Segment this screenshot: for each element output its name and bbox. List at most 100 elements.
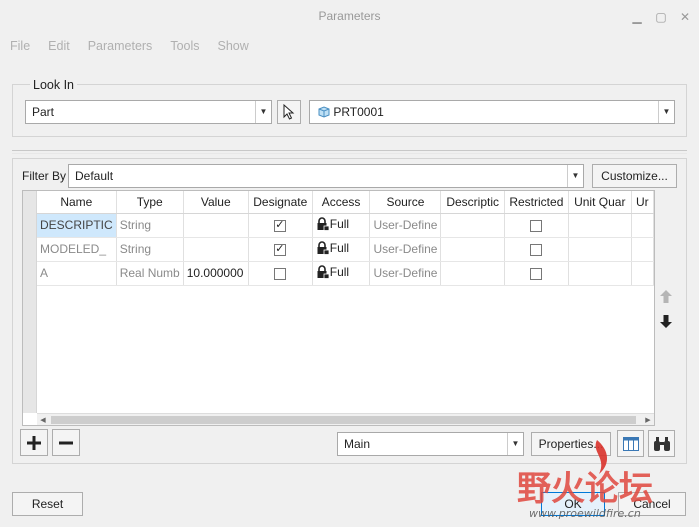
move-up-button[interactable] [659, 289, 673, 303]
column-header-description[interactable]: Descriptic [440, 191, 505, 214]
lock-icon [317, 264, 330, 279]
chevron-down-icon[interactable]: ▼ [567, 165, 583, 187]
horizontal-scrollbar[interactable]: ◀ ▶ [37, 413, 654, 425]
reset-button[interactable]: Reset [12, 492, 83, 516]
minus-icon [59, 441, 73, 444]
param-source-cell[interactable]: User-Define [369, 213, 442, 238]
designate-checkbox[interactable] [274, 242, 287, 256]
minimize-icon[interactable]: ▁ [631, 11, 643, 23]
filter-value: Default [75, 169, 114, 183]
param-value-cell[interactable]: 10.000000 [183, 261, 249, 286]
column-header-unit-quantity[interactable]: Unit Quar [568, 191, 632, 214]
param-type-cell[interactable]: Real Numb [116, 261, 184, 286]
close-icon[interactable]: ✕ [679, 11, 691, 23]
plus-icon [27, 435, 41, 450]
view-select[interactable]: Main ▼ [337, 432, 524, 456]
column-header-type[interactable]: Type [116, 191, 184, 214]
menu-tools[interactable]: Tools [170, 39, 199, 53]
param-description-cell[interactable] [440, 213, 505, 238]
part-cube-icon [318, 106, 330, 118]
scroll-right-icon[interactable]: ▶ [642, 414, 654, 425]
scroll-left-icon[interactable]: ◀ [37, 414, 49, 425]
select-model-button[interactable] [277, 100, 301, 124]
watermark-logo: 野火论坛 www.proewildfire.cn [515, 440, 695, 520]
look-in-model-select[interactable]: PRT0001 ▼ [309, 100, 675, 124]
remove-parameter-button[interactable] [52, 429, 80, 456]
parameters-grid: Name Type Value Designate Access Source … [37, 191, 654, 286]
column-header-unit[interactable]: Ur [631, 191, 654, 214]
param-name-cell[interactable]: A [37, 261, 117, 286]
menu-bar: File Edit Parameters Tools Show [0, 33, 699, 59]
menu-parameters[interactable]: Parameters [88, 39, 153, 53]
table-row[interactable]: A Real Numb 10.000000 Full User-Define [37, 261, 654, 286]
param-type-cell[interactable]: String [116, 237, 184, 262]
param-designate-cell [248, 213, 313, 238]
access-label: Full [329, 264, 350, 279]
filter-select[interactable]: Default ▼ [68, 164, 584, 188]
watermark-url-text: www.proewildfire.cn [529, 507, 641, 520]
param-type-cell[interactable]: String [116, 213, 184, 238]
look-in-model-value: PRT0001 [333, 105, 384, 119]
parameters-table: Name Type Value Designate Access Source … [22, 190, 655, 426]
lock-icon [317, 216, 330, 231]
pointer-arrow-icon [283, 104, 295, 120]
look-in-type-value: Part [32, 105, 55, 119]
title-bar: Parameters [0, 0, 699, 33]
restricted-checkbox[interactable] [530, 243, 543, 256]
param-name-cell[interactable]: MODELED_ [37, 237, 117, 262]
param-unit-quantity-cell[interactable] [568, 213, 632, 238]
designate-checkbox[interactable] [274, 267, 287, 280]
param-restricted-cell [504, 261, 569, 286]
arrow-up-icon [660, 289, 672, 303]
column-header-source[interactable]: Source [369, 191, 442, 214]
scrollbar-thumb[interactable] [51, 416, 636, 424]
look-in-label: Look In [30, 78, 78, 92]
column-header-access[interactable]: Access [312, 191, 371, 214]
column-header-restricted[interactable]: Restricted [504, 191, 569, 214]
param-restricted-cell [504, 237, 569, 262]
param-access-cell[interactable]: Full [312, 237, 371, 262]
param-unit-quantity-cell[interactable] [568, 261, 632, 286]
restricted-checkbox[interactable] [530, 267, 543, 280]
arrow-down-icon [660, 314, 672, 328]
menu-edit[interactable]: Edit [48, 39, 70, 53]
window-title: Parameters [318, 9, 381, 23]
param-unit-quantity-cell[interactable] [568, 237, 632, 262]
lock-icon [317, 240, 330, 255]
param-description-cell[interactable] [440, 261, 505, 286]
param-source-cell[interactable]: User-Define [369, 237, 442, 262]
designate-checkbox[interactable] [274, 218, 287, 232]
param-value-cell[interactable] [183, 237, 249, 262]
watermark-cn-text: 野火论坛 [517, 469, 653, 509]
param-unit-cell[interactable] [631, 261, 654, 286]
table-header-row: Name Type Value Designate Access Source … [37, 191, 654, 214]
param-description-cell[interactable] [440, 237, 505, 262]
restricted-checkbox[interactable] [530, 219, 543, 232]
chevron-down-icon[interactable]: ▼ [658, 101, 674, 123]
window-controls: ▁ ▢ ✕ [631, 0, 691, 33]
menu-file[interactable]: File [10, 39, 30, 53]
menu-show[interactable]: Show [218, 39, 249, 53]
move-down-button[interactable] [659, 314, 673, 328]
column-header-designate[interactable]: Designate [248, 191, 313, 214]
param-access-cell[interactable]: Full [312, 213, 371, 238]
param-unit-cell[interactable] [631, 213, 654, 238]
customize-button[interactable]: Customize... [592, 164, 677, 188]
param-unit-cell[interactable] [631, 237, 654, 262]
table-row[interactable]: MODELED_ String Full User-Define [37, 237, 654, 262]
chevron-down-icon[interactable]: ▼ [255, 101, 271, 123]
row-header-column [23, 191, 37, 413]
param-access-cell[interactable]: Full [312, 261, 371, 286]
column-header-value[interactable]: Value [183, 191, 249, 214]
table-row[interactable]: DESCRIPTIC String Full User-Define [37, 213, 654, 238]
add-parameter-button[interactable] [20, 429, 48, 456]
param-value-cell[interactable] [183, 213, 249, 238]
view-value: Main [344, 437, 371, 451]
param-name-cell[interactable]: DESCRIPTIC [37, 213, 117, 238]
maximize-icon[interactable]: ▢ [655, 11, 667, 23]
sash-separator[interactable] [12, 150, 687, 154]
access-label: Full [329, 216, 350, 231]
column-header-name[interactable]: Name [37, 191, 117, 214]
look-in-type-select[interactable]: Part ▼ [25, 100, 272, 124]
param-source-cell[interactable]: User-Define [369, 261, 442, 286]
